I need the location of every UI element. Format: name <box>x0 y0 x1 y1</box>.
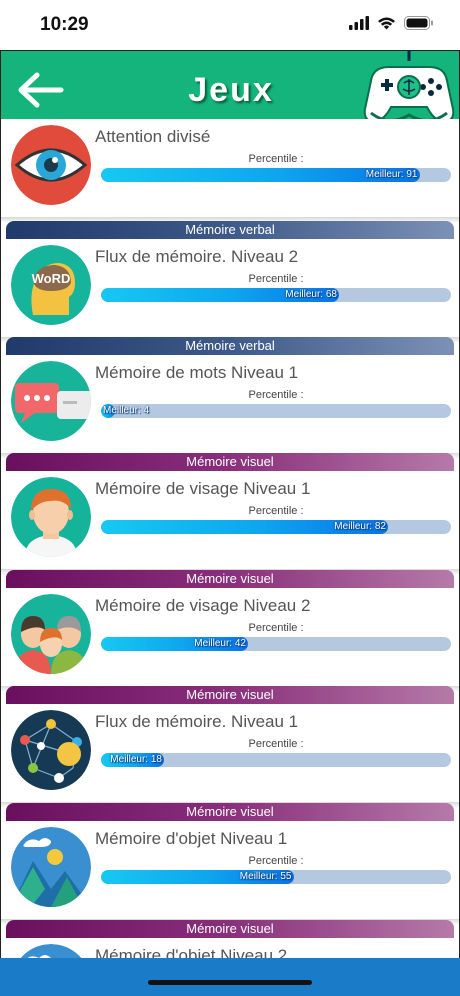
app-frame: Jeux Attention divisé Percentile: Meill… <box>0 50 460 959</box>
best-score-bar: Meilleur: 55 <box>101 870 451 884</box>
best-score-label: Meilleur: 82 <box>334 521 386 532</box>
list-item[interactable]: Mémoire d'objet Niveau 1 Percentile : Me… <box>1 821 459 925</box>
word-head-icon: WoRD <box>11 245 91 325</box>
list-item[interactable]: Mémoire de mots Niveau 1 Percentile : Me… <box>1 355 459 459</box>
bottom-bar <box>0 958 460 996</box>
percentile-label: Percentile : <box>248 389 304 401</box>
best-score-bar: Meilleur: 42 <box>101 637 451 651</box>
best-score-label: Meilleur: 55 <box>239 871 292 882</box>
mountain-sun-icon <box>11 944 91 959</box>
best-score-label: Meilleur: 42 <box>194 638 246 649</box>
face-icon <box>11 477 91 557</box>
category-header: Mémoire visuel <box>6 803 454 821</box>
mountain-sun-icon <box>11 827 91 907</box>
percentile-label: Percentile : <box>248 855 304 867</box>
arrow-left-icon <box>18 72 64 108</box>
header: Jeux <box>1 51 459 129</box>
page-title: Jeux <box>188 71 274 109</box>
signal-icon <box>349 16 369 30</box>
best-score-bar: Meilleur: 4 <box>101 404 451 418</box>
status-bar: 10:29 <box>0 0 460 50</box>
game-name: Flux de mémoire. Niveau 2 <box>95 247 299 266</box>
wifi-icon <box>378 17 395 30</box>
list-item[interactable]: Mémoire d'objet Niveau 2 <box>1 938 459 959</box>
category-header: Mémoire visuel <box>6 920 454 938</box>
header-logo <box>359 51 459 129</box>
svg-text:WoRD: WoRD <box>32 271 71 286</box>
best-score-bar: Meilleur: 18 <box>101 753 451 767</box>
game-name: Mémoire de mots Niveau 1 <box>95 363 299 382</box>
list-item[interactable]: Mémoire de visage Niveau 2 Percentile : … <box>1 588 459 692</box>
best-score-label: Meilleur: 4 <box>103 405 150 416</box>
game-name: Flux de mémoire. Niveau 1 <box>95 712 299 731</box>
best-score-bar: Meilleur: 82 <box>101 520 451 534</box>
status-time: 10:29 <box>40 14 89 35</box>
game-name: Attention divisé <box>95 127 211 146</box>
eye-icon <box>11 125 91 205</box>
home-indicator[interactable] <box>148 980 312 985</box>
best-score-label: Meilleur: 18 <box>110 754 162 765</box>
percentile-label: Percentile : <box>248 273 304 285</box>
game-name: Mémoire d'objet Niveau 1 <box>95 829 288 848</box>
best-score-label: Meilleur: 68 <box>285 289 337 300</box>
percentile-label: Percentile : <box>248 622 304 634</box>
percentile-label: Percentile : <box>248 505 304 517</box>
list-item[interactable]: Attention divisé Percentile : Meilleur: … <box>1 119 459 223</box>
category-header: Mémoire visuel <box>6 570 454 588</box>
percentile-label: Percentile : <box>248 738 304 750</box>
back-button[interactable] <box>15 69 65 111</box>
gamepad-brain-icon <box>359 51 459 129</box>
best-score-bar: Meilleur: 68 <box>101 288 451 302</box>
faces-group-icon <box>11 594 91 674</box>
list-item[interactable]: Mémoire de visage Niveau 1 Percentile : … <box>1 471 459 575</box>
list-item[interactable]: WoRD Flux de mémoire. Niveau 2 Percentil… <box>1 239 459 343</box>
percentile-label: Percentile : <box>248 153 304 165</box>
category-header: Mémoire visuel <box>6 453 454 471</box>
category-header: Mémoire verbal <box>6 221 454 239</box>
category-header: Mémoire visuel <box>6 686 454 704</box>
list-item[interactable]: Flux de mémoire. Niveau 1 Percentile : M… <box>1 704 459 808</box>
battery-icon <box>404 16 433 30</box>
status-icons <box>349 16 434 30</box>
network-icon <box>11 710 91 790</box>
category-header: Mémoire verbal <box>6 337 454 355</box>
game-name: Mémoire de visage Niveau 1 <box>95 479 311 498</box>
game-name: Mémoire de visage Niveau 2 <box>95 596 311 615</box>
best-score-bar: Meilleur: 91 <box>101 168 451 182</box>
best-score-label: Meilleur: 91 <box>365 169 418 180</box>
chat-bubbles-icon <box>11 361 91 441</box>
